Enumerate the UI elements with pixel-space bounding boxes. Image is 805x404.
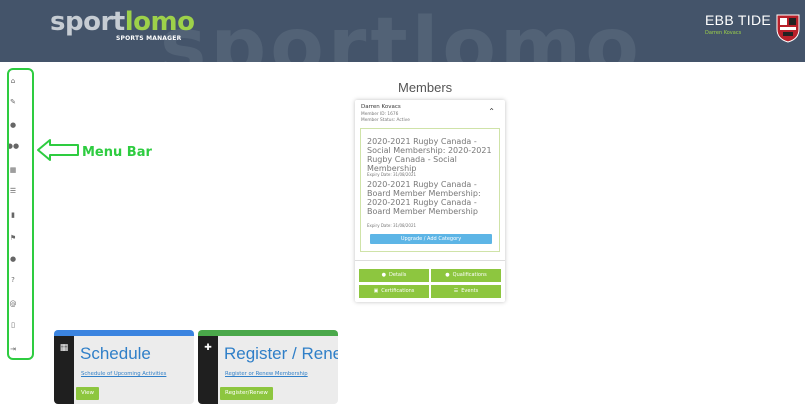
- club-crest-icon[interactable]: [775, 13, 801, 43]
- member-status: Member Status: Active: [361, 118, 410, 123]
- membership-list: 2020-2021 Rugby Canada - Social Membersh…: [360, 128, 500, 252]
- members-heading: Members: [398, 80, 453, 95]
- top-header: sportlomo sportlomo SPORTS MANAGER EBB T…: [0, 0, 805, 62]
- details-label: Details: [389, 272, 407, 278]
- member-card: Darren Kovacs Member ID: 1676 Member Sta…: [355, 100, 505, 302]
- register-renew-tile: ✚ Register / Renew Register or Renew Mem…: [198, 330, 338, 404]
- membership-item: 2020-2021 Rugby Canada - Social Membersh…: [367, 137, 492, 173]
- user-name: Darren Kovacs: [705, 30, 742, 36]
- membership-item: 2020-2021 Rugby Canada - Board Member Me…: [367, 180, 481, 216]
- certificate-icon: ▣: [373, 288, 379, 294]
- divider: [355, 260, 505, 261]
- page: sportlomo sportlomo SPORTS MANAGER EBB T…: [0, 0, 805, 404]
- calendar-icon: ▦: [59, 343, 69, 353]
- chevron-up-icon[interactable]: ⌃: [488, 107, 495, 116]
- logo-subtitle: SPORTS MANAGER: [116, 35, 182, 42]
- certifications-button[interactable]: ▣ Certifications: [359, 285, 429, 298]
- menu-bar-highlight: [7, 68, 34, 360]
- list-icon: ☰: [453, 288, 459, 294]
- qualifications-button[interactable]: ● Qualifications: [431, 269, 501, 282]
- certifications-label: Certifications: [381, 288, 415, 294]
- upgrade-category-button[interactable]: Upgrade / Add Category: [370, 234, 492, 244]
- events-button[interactable]: ☰ Events: [431, 285, 501, 298]
- tile-title: Register / Renew: [224, 344, 338, 363]
- tile-title: Schedule: [80, 344, 151, 363]
- register-link[interactable]: Register or Renew Membership: [225, 371, 308, 377]
- user-add-icon: ✚: [204, 343, 212, 353]
- logo-watermark: sportlomo: [160, 2, 643, 62]
- user-icon: ●: [381, 272, 387, 278]
- events-label: Events: [461, 288, 479, 294]
- club-name: EBB TIDE: [705, 12, 771, 28]
- membership-expiry: Expiry Date: 31/08/2021: [367, 223, 417, 228]
- member-id: Member ID: 1676: [361, 112, 399, 117]
- tile-accent-bar: [54, 330, 194, 336]
- details-button[interactable]: ● Details: [359, 269, 429, 282]
- club-info: EBB TIDE Darren Kovacs: [705, 12, 771, 36]
- register-renew-button[interactable]: Register/Renew: [220, 387, 273, 400]
- membership-expiry: Expiry Date: 31/08/2021: [367, 172, 417, 177]
- logo-part-lomo: lomo: [124, 7, 195, 37]
- app-logo[interactable]: sportlomo SPORTS MANAGER: [50, 7, 195, 42]
- logo-part-sport: sport: [50, 7, 125, 37]
- schedule-link[interactable]: Schedule of Upcoming Activities: [81, 371, 166, 377]
- qualifications-label: Qualifications: [452, 272, 487, 278]
- schedule-tile: ▦ Schedule Schedule of Upcoming Activiti…: [54, 330, 194, 404]
- tile-accent-bar: [198, 330, 338, 336]
- view-button[interactable]: View: [76, 387, 100, 400]
- member-name: Darren Kovacs: [361, 104, 401, 110]
- circle-icon: ●: [445, 272, 450, 278]
- menu-bar-label: Menu Bar: [82, 145, 152, 160]
